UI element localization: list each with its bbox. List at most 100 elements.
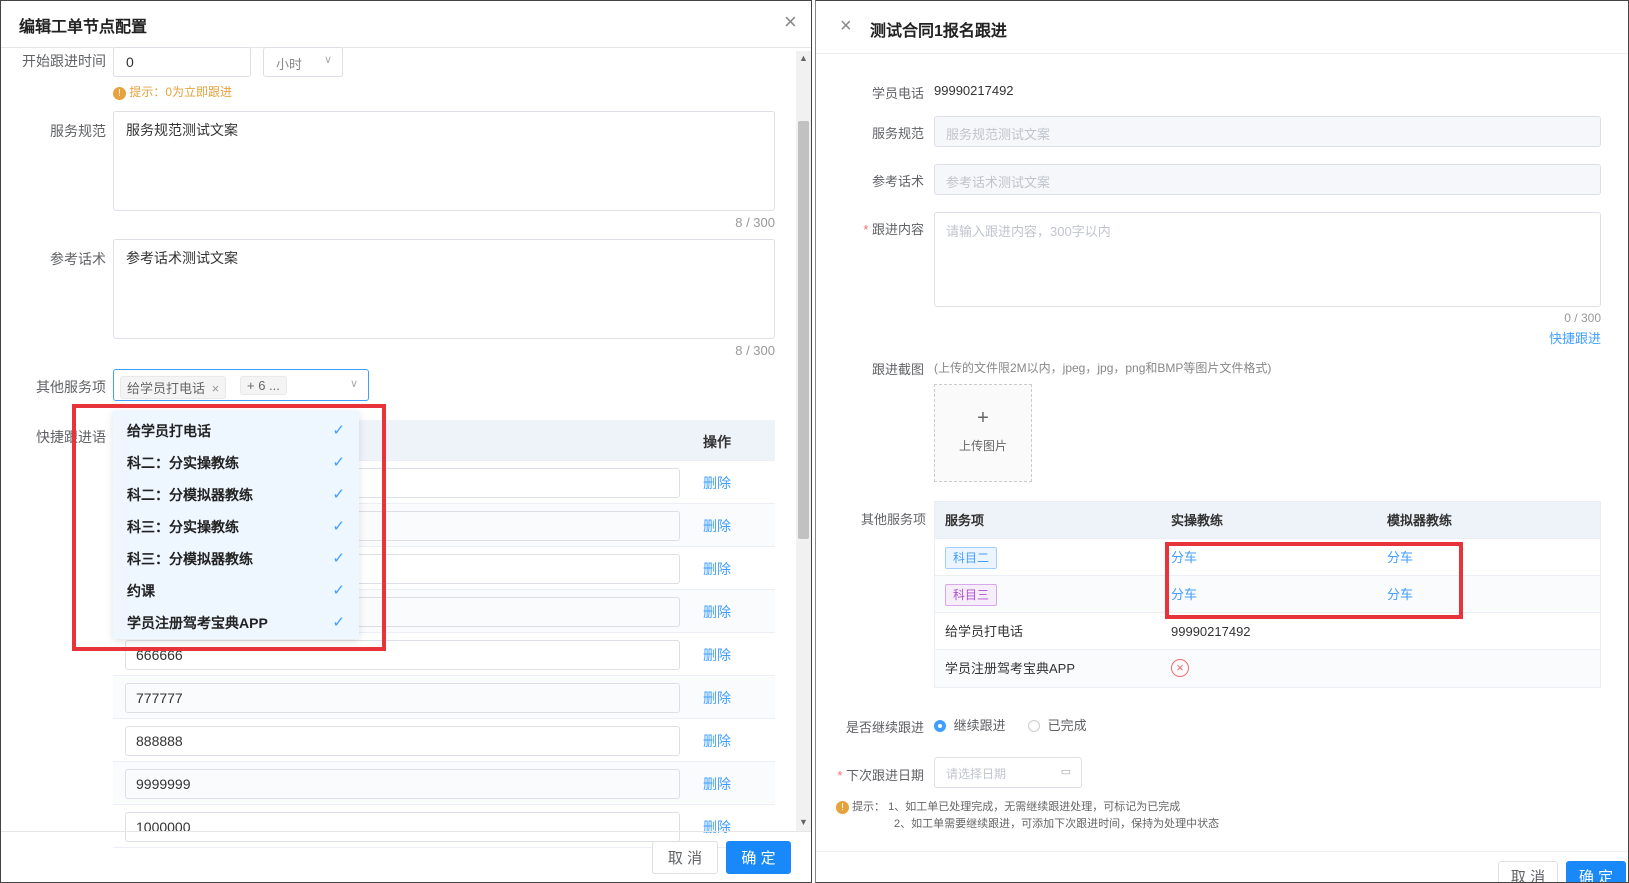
next-date-picker[interactable]: 请选择日期 ▭ [934, 757, 1082, 788]
cancel-button[interactable]: 取 消 [652, 841, 718, 874]
operation-header: 操作 [703, 434, 731, 450]
other-services-select[interactable]: 给学员打电话 × + 6 ... ∨ [113, 369, 369, 401]
dialog-title: 编辑工单节点配置 [19, 19, 148, 36]
confirm-button[interactable]: 确 定 [726, 841, 791, 874]
start-time-label: 开始跟进时间 [22, 53, 106, 69]
quick-phrase-input[interactable]: 9999999 [125, 769, 680, 799]
calendar-icon: ▭ [1060, 766, 1071, 778]
radio-unchecked-icon [1028, 720, 1040, 732]
reference-script-textarea[interactable]: 参考话术测试文案 [113, 239, 775, 339]
scrollbar-thumb[interactable] [798, 121, 809, 539]
script-input: 参考话术测试文案 [934, 164, 1601, 195]
done-radio[interactable]: 已完成 [1028, 715, 1087, 734]
script-label: 参考话术 [871, 174, 924, 189]
chevron-down-icon: ∨ [349, 378, 358, 390]
subject-two-tag: 科目二 [945, 547, 998, 569]
norm-input: 服务规范测试文案 [934, 116, 1601, 147]
tip-line-2: 2、如工单需要继续跟进，可添加下次跟进时间，保持为处理中状态 [894, 818, 1220, 830]
next-date-label: * 下次跟进日期 [837, 768, 924, 783]
subject-tag: 科目三 [945, 576, 998, 613]
phone-label: 学员电话 [871, 86, 924, 101]
selected-tag: 给学员打电话 × [120, 376, 227, 399]
screenshot-hint: (上传的文件限2M以内，jpeg，jpg，png和BMP等图片文件格式) [934, 361, 1272, 375]
services-table-header: 服务项 实操教练 模拟器教练 [935, 502, 1600, 539]
date-placeholder: 请选择日期 [946, 767, 1007, 781]
time-unit-select[interactable]: 小时 ∨ [263, 47, 343, 77]
upload-box[interactable]: + 上传图片 [934, 384, 1032, 482]
service-item: 学员注册驾考宝典APP [945, 661, 1076, 676]
quick-follow-link[interactable]: 快捷跟进 [1516, 328, 1601, 347]
table-row: 777777 删除 [113, 676, 775, 719]
content-textarea[interactable]: 请输入跟进内容，300字以内 [934, 212, 1601, 307]
time-unit-value: 小时 [276, 57, 303, 72]
services-label: 其他服务项 [860, 512, 926, 527]
service-norm-count: 8 / 300 [735, 215, 775, 230]
subject-tag: 科目二 [945, 539, 998, 576]
scroll-down-icon[interactable]: ▼ [799, 817, 808, 827]
service-item: 给学员打电话 [945, 624, 1024, 639]
selected-tag-label: 给学员打电话 [127, 381, 206, 396]
delete-link[interactable]: 删除 [703, 559, 731, 579]
delete-link[interactable]: 删除 [703, 473, 731, 493]
edit-node-config-dialog: 编辑工单节点配置 × 开始跟进时间 0 小时 ∨ ! 提示：0为立即跟进 服务规… [0, 0, 812, 883]
phone-value: 99990217492 [934, 83, 1014, 98]
next-date-label-text: 下次跟进日期 [845, 768, 924, 783]
footer-divider [1, 831, 811, 832]
content-count: 0 / 300 [1564, 311, 1601, 325]
delete-link[interactable]: 删除 [703, 516, 731, 536]
reference-script-count: 8 / 300 [735, 343, 775, 358]
header-divider [816, 53, 1628, 54]
delete-link[interactable]: 删除 [703, 817, 731, 837]
service-norm-textarea[interactable]: 服务规范测试文案 [113, 111, 775, 211]
cross-circle-icon: × [1171, 659, 1189, 677]
quick-phrase-input[interactable]: 1000000 [125, 812, 680, 842]
warning-icon: ! [836, 801, 849, 814]
service-norm-label: 服务规范 [50, 123, 106, 139]
highlight-box [72, 404, 386, 651]
delete-link[interactable]: 删除 [703, 645, 731, 665]
delete-link[interactable]: 删除 [703, 688, 731, 708]
content-placeholder: 请输入跟进内容，300字以内 [946, 224, 1111, 239]
confirm-button[interactable]: 确 定 [1566, 861, 1626, 882]
plus-icon: + [977, 407, 989, 429]
other-services-label: 其他服务项 [36, 379, 106, 395]
subject-three-tag: 科目三 [945, 584, 998, 606]
delete-link[interactable]: 删除 [703, 774, 731, 794]
radio-checked-icon [934, 720, 946, 732]
delete-link[interactable]: 删除 [703, 731, 731, 751]
quick-phrase-input[interactable]: 888888 [125, 726, 680, 756]
table-row: 888888 删除 [113, 719, 775, 762]
delete-link[interactable]: 删除 [703, 602, 731, 622]
close-icon[interactable]: × [840, 15, 852, 38]
reference-script-label: 参考话术 [50, 251, 106, 267]
continue-radio[interactable]: 继续跟进 [934, 715, 1006, 734]
footer-divider [816, 851, 1628, 852]
continue-option-label: 继续跟进 [953, 718, 1006, 733]
highlight-box [1165, 542, 1463, 619]
start-time-input[interactable]: 0 [113, 47, 251, 77]
drawer-title: 测试合同1报名跟进 [870, 23, 1007, 40]
screenshot-label: 跟进截图 [871, 362, 924, 377]
content-label: * 跟进内容 [863, 222, 924, 237]
table-row: 9999999 删除 [113, 762, 775, 805]
table-row: 学员注册驾考宝典APP × [935, 650, 1600, 687]
scrollbar[interactable]: ▲ ▼ [796, 51, 811, 831]
header-practical: 实操教练 [1171, 513, 1224, 528]
tip-prefix: 提示： [852, 801, 886, 813]
quick-phrase-input[interactable]: 777777 [125, 683, 680, 713]
chevron-down-icon: ∨ [323, 54, 332, 66]
norm-label: 服务规范 [871, 126, 924, 141]
header-simulator: 模拟器教练 [1387, 513, 1453, 528]
scroll-up-icon[interactable]: ▲ [799, 53, 808, 63]
start-time-hint: ! 提示：0为立即跟进 [113, 83, 232, 100]
warning-icon: ! [113, 87, 126, 100]
hint-text: 提示：0为立即跟进 [129, 85, 233, 99]
more-tag: + 6 ... [240, 376, 287, 395]
follow-up-drawer: × 测试合同1报名跟进 学员电话 99990217492 服务规范 服务规范测试… [815, 0, 1629, 883]
tag-close-icon[interactable]: × [212, 381, 220, 396]
upload-label: 上传图片 [958, 439, 1007, 453]
cancel-button[interactable]: 取 消 [1498, 861, 1558, 882]
tips: ! 提示： 1、如工单已处理完成，无需继续跟进处理，可标记为已完成 2、如工单需… [836, 799, 1219, 833]
tip-line-1: 1、如工单已处理完成，无需继续跟进处理，可标记为已完成 [888, 801, 1181, 813]
close-icon[interactable]: × [784, 9, 797, 35]
